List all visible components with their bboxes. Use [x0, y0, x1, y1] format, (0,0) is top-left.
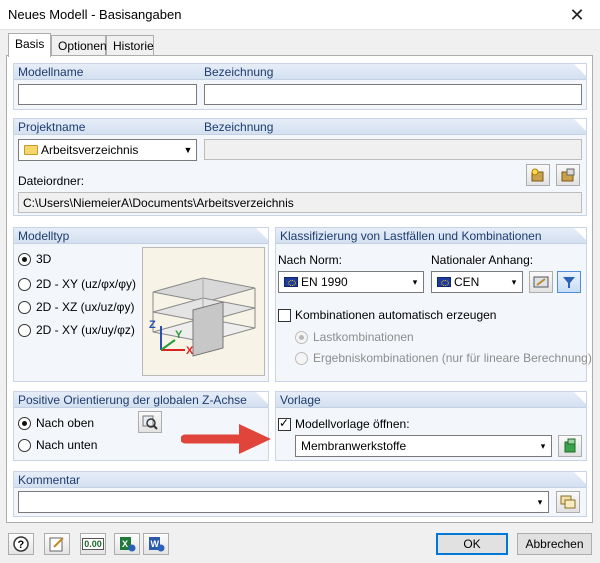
- norm-select[interactable]: EN 1990 ▾: [278, 271, 424, 293]
- comment-list-icon: [560, 495, 576, 509]
- radio-2d-xy-planar[interactable]: [18, 324, 31, 337]
- model-preview: Z Y X: [142, 247, 265, 376]
- ok-button[interactable]: OK: [436, 533, 508, 555]
- kommentar-list-button[interactable]: [556, 491, 580, 513]
- nationaler-anhang-label: Nationaler Anhang:: [431, 253, 534, 267]
- klassifizierung-title: Klassifizierung von Lastfällen und Kombi…: [280, 229, 542, 243]
- dateiordner-field: C:\Users\NiemeierA\Documents\Arbeitsverz…: [18, 192, 582, 213]
- projekt-bezeichnung-input: [204, 139, 582, 160]
- radio-nach-unten[interactable]: [18, 439, 31, 452]
- kommentar-title: Kommentar: [18, 473, 81, 487]
- chevron-down-icon[interactable]: ▾: [532, 492, 548, 512]
- projektname-label: Projektname: [18, 120, 86, 134]
- close-button[interactable]: ✕: [554, 0, 600, 30]
- svg-text:?: ?: [18, 539, 25, 551]
- modellname-group: Modellname Bezeichnung: [13, 63, 587, 110]
- vorlage-select[interactable]: Membranwerkstoffe ▾: [295, 435, 552, 457]
- word-icon: W: [149, 537, 165, 552]
- title-bar: Neues Modell - Basisangaben ✕: [0, 0, 600, 30]
- chevron-down-icon[interactable]: ▾: [535, 436, 551, 456]
- auto-kombinationen-checkbox[interactable]: [278, 309, 291, 322]
- tab-basis[interactable]: Basis: [8, 33, 51, 57]
- modelltyp-title: Modelltyp: [18, 229, 70, 243]
- klassifizierung-group: Klassifizierung von Lastfällen und Kombi…: [275, 227, 592, 382]
- chevron-down-icon[interactable]: ▼: [180, 140, 196, 160]
- chevron-down-icon[interactable]: ▾: [407, 272, 423, 292]
- magnifier-icon: [142, 415, 158, 430]
- nach-norm-label: Nach Norm:: [278, 253, 343, 267]
- vorlage-open-button[interactable]: [558, 435, 582, 457]
- help-icon: ?: [13, 536, 29, 552]
- modellvorlage-checkbox[interactable]: [278, 416, 291, 431]
- radio-nach-oben-label: Nach oben: [36, 416, 95, 430]
- projekt-bezeichnung-label: Bezeichnung: [204, 120, 274, 134]
- excel-import-button[interactable]: X: [114, 533, 140, 555]
- bezeichnung-label: Bezeichnung: [204, 65, 274, 79]
- cancel-button[interactable]: Abbrechen: [517, 533, 592, 555]
- orientierung-title: Positive Orientierung der globalen Z-Ach…: [18, 393, 247, 407]
- radio-ergebniskombinationen-label: Ergebniskombinationen (nur für lineare B…: [313, 351, 592, 365]
- pencil-note-icon: [49, 537, 64, 552]
- help-button[interactable]: ?: [8, 533, 34, 555]
- modellname-input[interactable]: [18, 84, 197, 105]
- projektname-select[interactable]: Arbeitsverzeichnis ▼: [18, 139, 197, 161]
- tab-panel-basis: Modellname Bezeichnung Projektname Bezei…: [6, 55, 593, 523]
- tab-historie[interactable]: Historie: [106, 35, 154, 55]
- radio-3d[interactable]: [18, 253, 31, 266]
- arrow-pointer-icon: [181, 424, 271, 454]
- folder-icon: [24, 145, 38, 155]
- edit-annex-icon: [533, 276, 549, 288]
- radio-nach-oben[interactable]: [18, 417, 31, 430]
- eu-flag-icon: [437, 277, 451, 287]
- radio-2d-xy-z[interactable]: [18, 278, 31, 291]
- new-project-icon: [531, 168, 544, 182]
- radio-ergebniskombinationen[interactable]: [295, 352, 308, 365]
- chevron-down-icon[interactable]: ▾: [506, 272, 522, 292]
- vorlage-title: Vorlage: [280, 393, 321, 407]
- eu-flag-icon: [284, 277, 298, 287]
- kommentar-input[interactable]: ▾: [18, 491, 549, 513]
- window-title: Neues Modell - Basisangaben: [8, 7, 182, 22]
- dateiordner-label: Dateiordner:: [18, 174, 85, 188]
- radio-lastkombinationen-label: Lastkombinationen: [313, 330, 414, 344]
- radio-2d-xy-z-label: 2D - XY (uz/φx/φy): [36, 277, 137, 291]
- radio-2d-xz[interactable]: [18, 301, 31, 314]
- radio-3d-label: 3D: [36, 252, 52, 266]
- modellvorlage-label: Modellvorlage öffnen:: [295, 417, 410, 431]
- vorlage-group: Vorlage Modellvorlage öffnen: Membranwer…: [275, 391, 587, 461]
- axis-y-label: Y: [175, 329, 183, 341]
- anhang-select[interactable]: CEN ▾: [431, 271, 523, 293]
- excel-icon: X: [120, 537, 136, 552]
- filter-button[interactable]: [557, 271, 581, 293]
- units-button[interactable]: 0.00: [80, 533, 106, 555]
- new-project-button[interactable]: [526, 164, 550, 186]
- modelltyp-group: Modelltyp 3D 2D - XY (uz/φx/φy) 2D - XZ …: [13, 227, 269, 382]
- anhang-edit-button[interactable]: [529, 271, 553, 293]
- template-open-icon: [564, 438, 576, 453]
- radio-2d-xy-planar-label: 2D - XY (ux/uy/φz): [36, 323, 135, 337]
- edit-notes-button[interactable]: [44, 533, 70, 555]
- auto-kombinationen-label: Kombinationen automatisch erzeugen: [295, 308, 497, 322]
- filter-icon: [563, 277, 575, 288]
- kommentar-group: Kommentar ▾: [13, 471, 587, 517]
- modellname-label: Modellname: [18, 65, 84, 79]
- tab-optionen[interactable]: Optionen: [51, 35, 107, 55]
- radio-2d-xz-label: 2D - XZ (ux/uz/φy): [36, 300, 135, 314]
- radio-nach-unten-label: Nach unten: [36, 438, 98, 452]
- axis-z-label: Z: [149, 319, 156, 331]
- word-import-button[interactable]: W: [143, 533, 169, 555]
- edit-project-button[interactable]: [556, 164, 580, 186]
- project-settings-icon: [561, 168, 575, 182]
- projektname-group: Projektname Bezeichnung Arbeitsverzeichn…: [13, 118, 587, 216]
- radio-lastkombinationen[interactable]: [295, 331, 308, 344]
- units-icon: 0.00: [82, 538, 104, 550]
- modell-bezeichnung-input[interactable]: [204, 84, 582, 105]
- svg-text:X: X: [122, 539, 128, 549]
- axis-x-label: X: [186, 345, 194, 357]
- orientation-preview-button[interactable]: [138, 411, 162, 433]
